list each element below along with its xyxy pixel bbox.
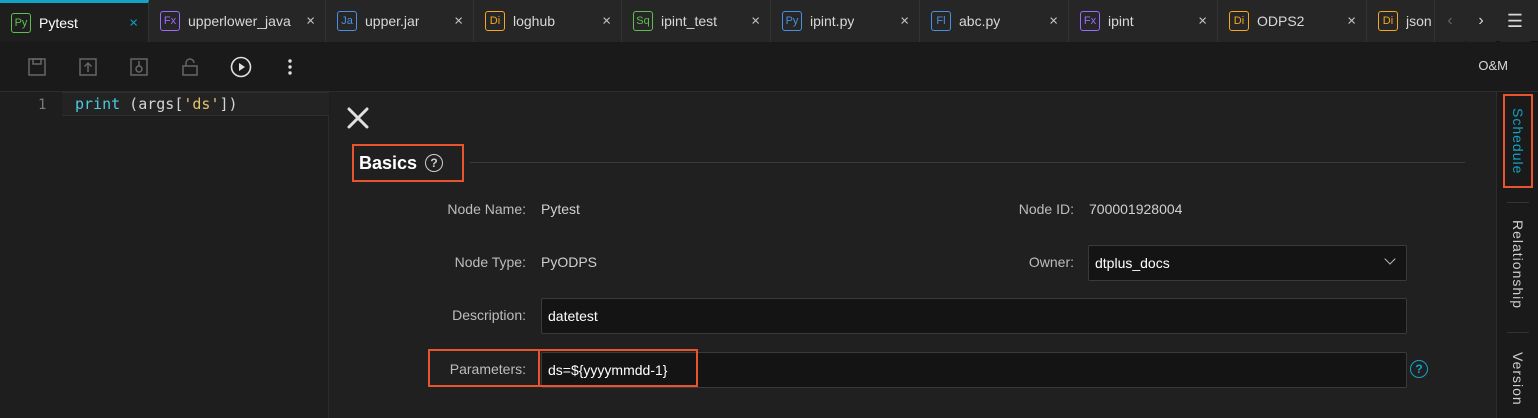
tab-label: json (1406, 13, 1432, 29)
tab-label: Pytest (39, 14, 78, 31)
tab-ipint-test[interactable]: Sq ipint_test × (622, 0, 771, 42)
scroll-tabs-left-icon[interactable]: ‹ (1435, 0, 1465, 42)
tab-upper-jar[interactable]: Ja upper.jar × (326, 0, 474, 42)
rail-tab-label: Schedule (1510, 107, 1526, 175)
sql-file-icon: Sq (633, 11, 653, 31)
more-icon[interactable] (278, 55, 302, 79)
tab-upperlower-java[interactable]: Fx upperlower_java × (149, 0, 326, 42)
data-integration-icon: Di (1378, 11, 1398, 31)
owner-select-value: dtplus_docs (1095, 255, 1170, 271)
tab-ipint-py[interactable]: Py ipint.py × (771, 0, 920, 42)
rail-tab-version[interactable]: Version (1497, 344, 1538, 414)
om-link[interactable]: O&M (1478, 58, 1508, 73)
owner-select[interactable]: dtplus_docs (1088, 245, 1407, 281)
chevron-down-icon (1384, 253, 1396, 265)
function-file-icon: Fx (160, 11, 180, 31)
close-tab-icon[interactable]: × (1198, 14, 1207, 29)
rail-tab-relationship[interactable]: Relationship (1497, 210, 1538, 320)
close-tab-icon[interactable]: × (454, 14, 463, 29)
parameters-value-highlight-box (538, 349, 698, 387)
steal-lock-icon[interactable] (127, 55, 151, 79)
node-type-value: PyODPS (541, 254, 598, 270)
scroll-tabs-right-icon[interactable]: › (1466, 0, 1496, 42)
python-resource-icon: Py (782, 11, 802, 31)
close-tab-icon[interactable]: × (900, 14, 909, 29)
close-tab-icon[interactable]: × (306, 14, 315, 29)
code-keyword: print (75, 95, 121, 113)
parameters-label: Parameters: (449, 361, 526, 377)
file-tab-bar: Py Pytest × Fx upperlower_java × Ja uppe… (0, 0, 1538, 42)
tab-abc-py[interactable]: Fl abc.py × (920, 0, 1069, 42)
code-editor[interactable]: 1 print (args['ds']) (0, 92, 329, 418)
owner-label: Owner: (1028, 254, 1074, 270)
schedule-panel: Basics ? Node Name: Pytest Node ID: 7000… (330, 92, 1496, 418)
help-icon[interactable]: ? (425, 154, 443, 172)
close-tab-icon[interactable]: × (602, 14, 611, 29)
parameters-help-icon[interactable]: ? (1410, 360, 1428, 378)
code-text: ]) (219, 95, 238, 113)
line-gutter (0, 92, 62, 418)
tab-json[interactable]: Di json (1367, 0, 1435, 42)
run-icon[interactable] (229, 55, 253, 79)
right-side-rail: Schedule Relationship Version (1496, 92, 1538, 418)
rail-tab-schedule[interactable]: Schedule (1497, 100, 1538, 182)
file-resource-icon: Fl (931, 11, 951, 31)
rail-divider (1507, 202, 1529, 203)
tab-label: ODPS2 (1257, 13, 1305, 29)
submit-icon[interactable] (76, 55, 100, 79)
data-integration-icon: Di (485, 11, 505, 31)
lock-icon[interactable] (178, 55, 202, 79)
tab-menu-icon[interactable]: ☰ (1500, 0, 1530, 42)
close-tab-icon[interactable]: × (1049, 14, 1058, 29)
close-tab-icon[interactable]: × (129, 15, 138, 30)
jar-file-icon: Ja (337, 11, 357, 31)
description-input-value: datetest (548, 308, 598, 324)
section-divider (470, 162, 1465, 163)
tab-label: loghub (513, 13, 556, 29)
description-input[interactable]: datetest (541, 298, 1407, 334)
rail-divider (1507, 332, 1529, 333)
code-line[interactable]: print (args['ds']) (75, 95, 238, 113)
data-integration-icon: Di (1229, 11, 1249, 31)
node-type-label: Node Type: (454, 254, 526, 270)
close-panel-icon[interactable] (346, 106, 370, 130)
code-text: (args[ (120, 95, 184, 113)
save-icon[interactable] (25, 55, 49, 79)
node-id-label: Node ID: (1018, 201, 1074, 217)
tab-label: ipint (1108, 13, 1134, 29)
tab-label: upper.jar (365, 13, 420, 29)
node-name-value: Pytest (541, 201, 580, 217)
tab-label: abc.py (959, 13, 1001, 29)
description-label: Description: (452, 307, 526, 323)
close-tab-icon[interactable]: × (751, 14, 760, 29)
section-title-basics: Basics (359, 153, 418, 173)
tab-odps2[interactable]: Di ODPS2 × (1218, 0, 1367, 42)
tab-label: ipint.py (810, 13, 855, 29)
editor-toolbar: O&M (0, 42, 1538, 92)
rail-tab-label: Relationship (1510, 220, 1526, 310)
tab-loghub[interactable]: Di loghub × (474, 0, 622, 42)
tab-ipint[interactable]: Fx ipint × (1069, 0, 1218, 42)
node-id-value: 700001928004 (1089, 201, 1183, 217)
python-file-icon: Py (11, 12, 31, 33)
tab-label: ipint_test (661, 13, 718, 29)
close-tab-icon[interactable]: × (1347, 14, 1356, 29)
node-name-label: Node Name: (447, 201, 526, 217)
tab-pytest[interactable]: Py Pytest × (0, 0, 149, 42)
rail-tab-label: Version (1510, 352, 1526, 406)
tab-label: upperlower_java (188, 13, 291, 29)
line-number: 1 (38, 97, 47, 113)
function-file-icon: Fx (1080, 11, 1100, 31)
code-string: 'ds' (183, 95, 220, 113)
